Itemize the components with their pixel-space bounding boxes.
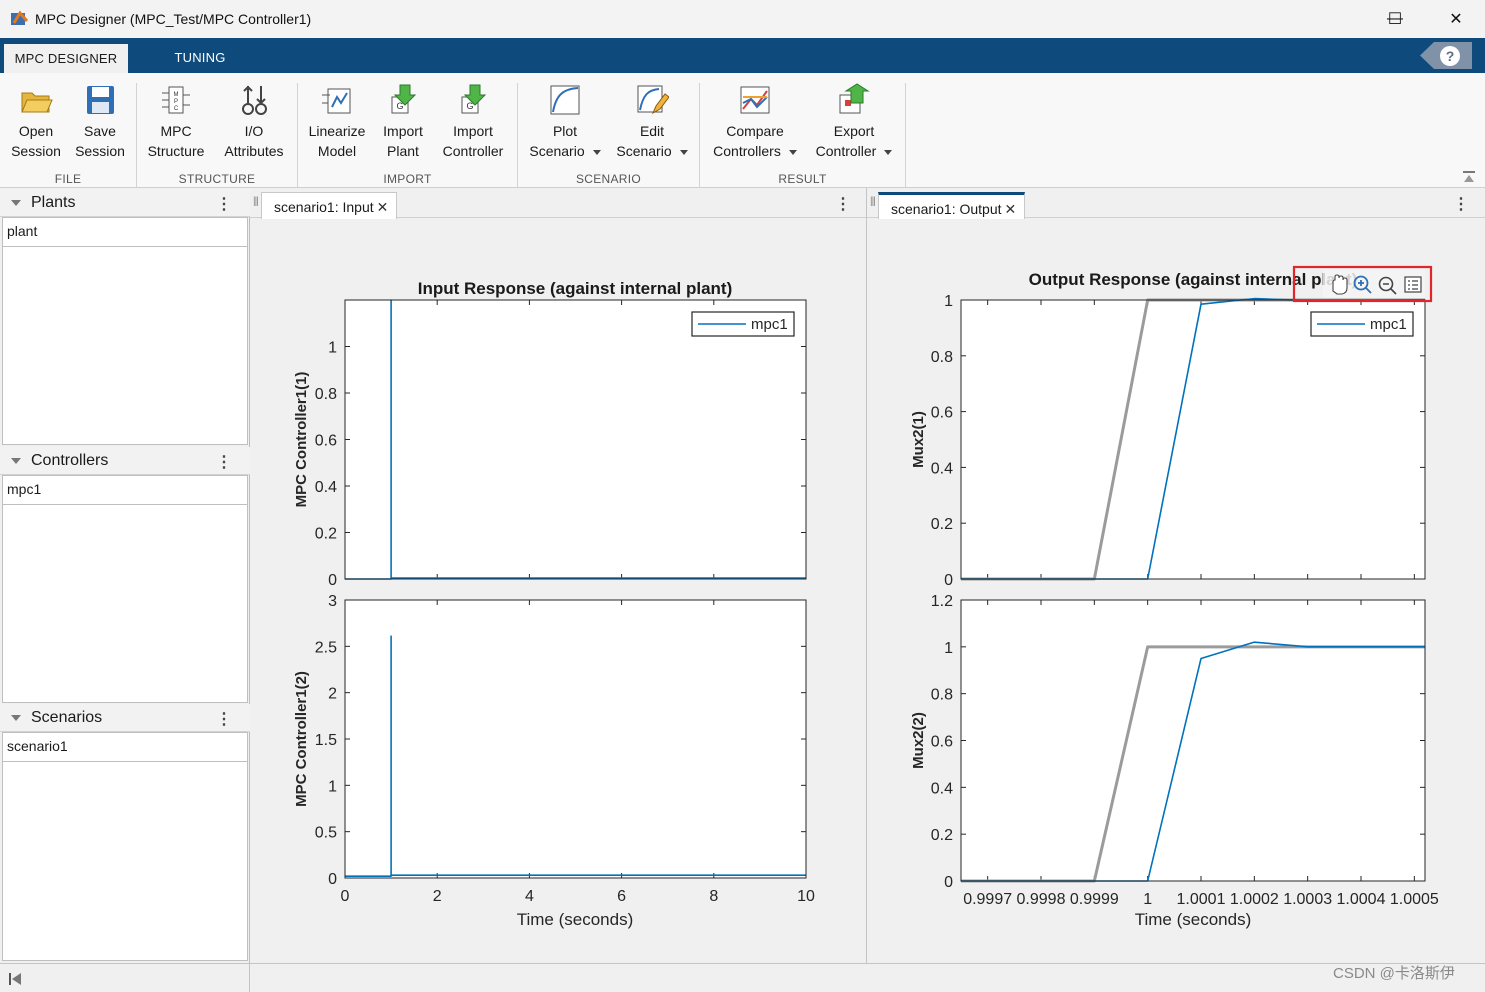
drag-handle-icon[interactable]: ||| [870,196,876,207]
chevron-down-icon[interactable] [592,149,601,155]
save-session-button[interactable]: Save Session [72,83,128,161]
edit-scenario-button[interactable]: Edit Scenario [612,83,692,161]
pan-icon[interactable] [1332,274,1348,295]
collapse-arrow-icon[interactable] [11,714,21,721]
panel-menu-icon[interactable]: ⋮ [216,452,232,472]
title-bar: MPC Designer (MPC_Test/MPC Controller1) … [0,0,1485,38]
close-window-button[interactable]: ✕ [1433,0,1479,38]
export-controller-icon [839,83,870,114]
mpc-structure-button[interactable]: M P C MPC Structure [145,83,207,161]
group-label-structure: STRUCTURE [178,172,256,186]
tab-scenario1-input[interactable]: scenario1: Input ✕ [261,192,398,219]
minimize-button-area [1326,0,1372,38]
import-plant-icon: G [391,84,417,114]
save-icon [87,86,114,114]
maximize-button[interactable]: ☐ [1372,0,1418,38]
panel-menu-icon[interactable]: ⋮ [216,709,232,729]
legend-toggle-icon[interactable] [1404,276,1422,293]
open-session-button[interactable]: Open Session [8,83,64,161]
collapse-toolstrip-icon[interactable] [1461,169,1477,185]
document-menu-icon[interactable]: ⋮ [1453,194,1469,214]
group-label-file: FILE [54,172,82,186]
group-label-import: IMPORT [383,172,432,186]
document-tab-bar: ||| scenario1: Input ✕ ⋮ [250,188,866,219]
compare-controllers-icon [740,86,770,114]
tab-scenario1-output[interactable]: scenario1: Output ✕ [878,192,1026,219]
mpc-designer-window: MPC Designer (MPC_Test/MPC Controller1) … [0,0,1485,992]
skip-to-start-icon[interactable] [6,969,26,989]
tab-tuning[interactable]: TUNING [138,42,262,73]
export-controller-button[interactable]: Export Controller [810,83,898,161]
edit-scenario-icon [637,85,669,115]
tab-mpc-designer[interactable]: MPC DESIGNER [4,42,128,73]
chevron-down-icon[interactable] [884,149,893,155]
watermark-text: CSDN @卡洛斯伊 [1333,965,1455,982]
compare-controllers-button[interactable]: Compare Controllers [707,83,803,161]
status-bar-left [0,964,250,992]
import-controller-icon: G [461,84,487,114]
toolstrip: Open Session Save Session FILE M P C MPC [0,73,1485,188]
matlab-app-icon [11,10,29,25]
group-label-result: RESULT [778,172,827,186]
close-icon[interactable]: ✕ [1005,201,1017,217]
linearize-model-icon [322,88,351,114]
document-menu-icon[interactable]: ⋮ [835,194,851,214]
import-plant-button[interactable]: G Import Plant [377,83,429,161]
close-icon[interactable]: ✕ [377,199,389,215]
svg-text:P: P [174,99,178,105]
collapse-arrow-icon[interactable] [11,199,21,206]
group-separator [905,83,906,187]
list-item[interactable]: plant [3,218,247,247]
plot-scenario-button[interactable]: Plot Scenario [525,83,605,161]
plot-scenario-icon [550,85,580,115]
svg-text:C: C [174,106,179,112]
output-response-pane: ||| scenario1: Output ✕ ⋮ [867,188,1485,963]
window-title: MPC Designer (MPC_Test/MPC Controller1) [35,11,312,27]
list-item[interactable]: mpc1 [3,476,247,505]
svg-text:M: M [174,92,179,98]
scenarios-panel: Scenarios ⋮ scenario1 [0,704,250,963]
help-icon: ? [1440,45,1460,66]
folder-open-icon [21,92,53,113]
controllers-panel-header[interactable]: Controllers ⋮ [0,447,250,475]
drag-handle-icon[interactable]: ||| [253,196,259,207]
controllers-panel: Controllers ⋮ mpc1 [0,447,250,704]
io-attributes-button[interactable]: I/O Attributes [219,83,289,161]
input-response-pane: ||| scenario1: Input ✕ ⋮ [250,188,867,963]
linearize-model-button[interactable]: Linearize Model [306,83,368,161]
ribbon-tab-bar: MPC DESIGNER TUNING [0,38,1485,73]
maximize-icon: ☐ [1387,11,1403,28]
group-label-scenario: SCENARIO [575,172,642,186]
close-icon: ✕ [1449,11,1463,28]
chevron-down-icon[interactable] [679,149,688,155]
plants-panel: Plants ⋮ plant [0,189,250,447]
list-item[interactable]: scenario1 [3,733,247,762]
plants-panel-header[interactable]: Plants ⋮ [0,189,250,217]
controllers-list: mpc1 [2,475,248,703]
document-tab-bar: ||| scenario1: Output ✕ ⋮ [867,188,1485,219]
status-bar [0,963,1485,992]
panel-menu-icon[interactable]: ⋮ [216,194,232,214]
io-attributes-icon [242,85,267,115]
collapse-arrow-icon[interactable] [11,457,21,464]
chevron-down-icon[interactable] [788,149,797,155]
plants-list: plant [2,217,248,445]
scenarios-panel-header[interactable]: Scenarios ⋮ [0,704,250,732]
scenarios-list: scenario1 [2,732,248,961]
import-controller-button[interactable]: G Import Controller [437,83,509,161]
mpc-block-icon: M P C [162,86,190,114]
